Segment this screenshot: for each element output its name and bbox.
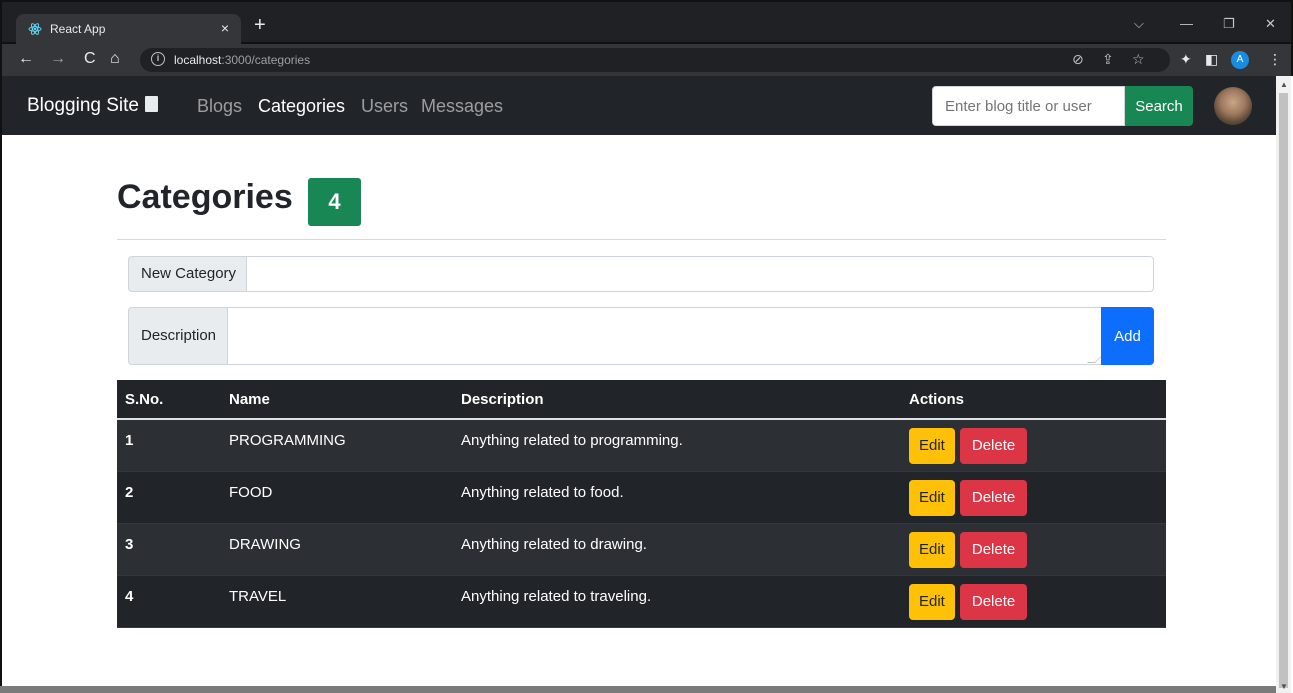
row-description: Anything related to food.	[453, 471, 901, 524]
row-name: TRAVEL	[221, 575, 453, 628]
url-path: :3000/categories	[221, 53, 311, 67]
info-icon[interactable]: i	[151, 52, 165, 66]
profile-icon[interactable]: A	[1231, 51, 1249, 69]
react-icon	[28, 23, 42, 35]
search-button[interactable]: Search	[1125, 86, 1193, 126]
extensions-icon[interactable]: ✦	[1180, 51, 1192, 67]
menu-icon[interactable]: ⋮	[1268, 51, 1282, 67]
nav-link-messages[interactable]: Messages	[421, 96, 503, 117]
close-window-icon[interactable]: ✕	[1265, 16, 1276, 32]
edit-button[interactable]: Edit	[909, 479, 955, 516]
tab-title: React App	[50, 22, 106, 36]
table-row: 4 TRAVEL Anything related to traveling. …	[117, 575, 1166, 628]
row-name: DRAWING	[221, 523, 453, 576]
table-row: 3 DRAWING Anything related to drawing. E…	[117, 523, 1166, 576]
row-description: Anything related to traveling.	[453, 575, 901, 628]
row-actions: Edit Delete	[901, 575, 1166, 628]
minimize-icon[interactable]: —	[1180, 16, 1193, 31]
tab-search-icon[interactable]: ⌵	[1134, 16, 1144, 32]
delete-button[interactable]: Delete	[959, 583, 1028, 620]
description-textarea[interactable]	[227, 307, 1102, 365]
app-navbar: Blogging Site Blogs Categories Users Mes…	[0, 76, 1276, 135]
address-bar[interactable]: i localhost:3000/categories ⊘ ⇪ ☆	[140, 48, 1170, 72]
avatar[interactable]	[1214, 87, 1252, 125]
side-panel-icon[interactable]: ◧	[1205, 51, 1218, 67]
table-header-row: S.No. Name Description Actions	[117, 380, 1166, 420]
header-sno: S.No.	[117, 380, 221, 420]
forward-icon[interactable]: →	[50, 50, 66, 68]
back-icon[interactable]: ←	[18, 50, 34, 68]
window-border	[0, 135, 2, 693]
edit-button[interactable]: Edit	[909, 583, 955, 620]
close-tab-icon[interactable]: ×	[221, 20, 229, 36]
browser-toolbar: ← → C ⌂ i localhost:3000/categories ⊘ ⇪ …	[0, 44, 1293, 76]
url-host: localhost	[174, 53, 222, 67]
header-name: Name	[221, 380, 453, 420]
table-row: 1 PROGRAMMING Anything related to progra…	[117, 419, 1166, 472]
categories-table: S.No. Name Description Actions 1 PROGRAM…	[117, 380, 1166, 628]
divider	[117, 239, 1166, 240]
share-icon[interactable]: ⇪	[1102, 51, 1114, 68]
row-description: Anything related to programming.	[453, 419, 901, 472]
new-category-label: New Category	[128, 256, 247, 292]
restore-icon[interactable]: ❐	[1223, 16, 1235, 32]
edit-button[interactable]: Edit	[909, 531, 955, 568]
url-text[interactable]: localhost:3000/categories	[174, 53, 310, 67]
scroll-thumb[interactable]	[1279, 93, 1288, 688]
browser-tab-strip: React App × + ⌵ — ❐ ✕	[0, 0, 1293, 44]
nav-link-users[interactable]: Users	[361, 96, 408, 117]
table-row: 2 FOOD Anything related to food. Edit Del…	[117, 471, 1166, 524]
row-sno: 3	[117, 523, 221, 576]
browser-tab[interactable]: React App ×	[16, 14, 241, 44]
row-actions: Edit Delete	[901, 471, 1166, 524]
row-actions: Edit Delete	[901, 419, 1166, 472]
delete-button[interactable]: Delete	[959, 479, 1028, 516]
edit-button[interactable]: Edit	[909, 428, 955, 464]
home-icon[interactable]: ⌂	[110, 50, 120, 68]
new-category-input[interactable]	[246, 256, 1154, 292]
header-actions: Actions	[901, 380, 1166, 420]
description-label: Description	[128, 307, 228, 365]
delete-button[interactable]: Delete	[959, 428, 1028, 464]
new-tab-icon[interactable]: +	[254, 15, 266, 35]
scroll-down-icon[interactable]: ▼	[1280, 682, 1288, 691]
delete-button[interactable]: Delete	[959, 531, 1028, 568]
row-sno: 2	[117, 471, 221, 524]
brand-label: Blogging Site	[27, 95, 139, 116]
row-sno: 4	[117, 575, 221, 628]
nav-link-blogs[interactable]: Blogs	[197, 96, 242, 117]
document-icon	[144, 96, 158, 112]
add-button[interactable]: Add	[1101, 307, 1154, 365]
category-count-badge: 4	[308, 178, 361, 226]
brand[interactable]: Blogging Site	[27, 95, 158, 117]
header-description: Description	[453, 380, 901, 420]
scroll-up-icon[interactable]: ▲	[1280, 80, 1288, 89]
eye-off-icon[interactable]: ⊘	[1072, 51, 1084, 68]
reload-icon[interactable]: C	[84, 50, 96, 68]
row-actions: Edit Delete	[901, 523, 1166, 576]
search-input[interactable]	[932, 86, 1125, 126]
page-title: Categories	[117, 178, 293, 216]
vertical-scrollbar[interactable]: ▲ ▼	[1276, 76, 1291, 693]
row-sno: 1	[117, 419, 221, 472]
row-name: FOOD	[221, 471, 453, 524]
row-name: PROGRAMMING	[221, 419, 453, 472]
nav-link-categories[interactable]: Categories	[258, 96, 345, 117]
star-icon[interactable]: ☆	[1132, 51, 1145, 68]
row-description: Anything related to drawing.	[453, 523, 901, 576]
window-bottom-border	[0, 686, 1276, 693]
